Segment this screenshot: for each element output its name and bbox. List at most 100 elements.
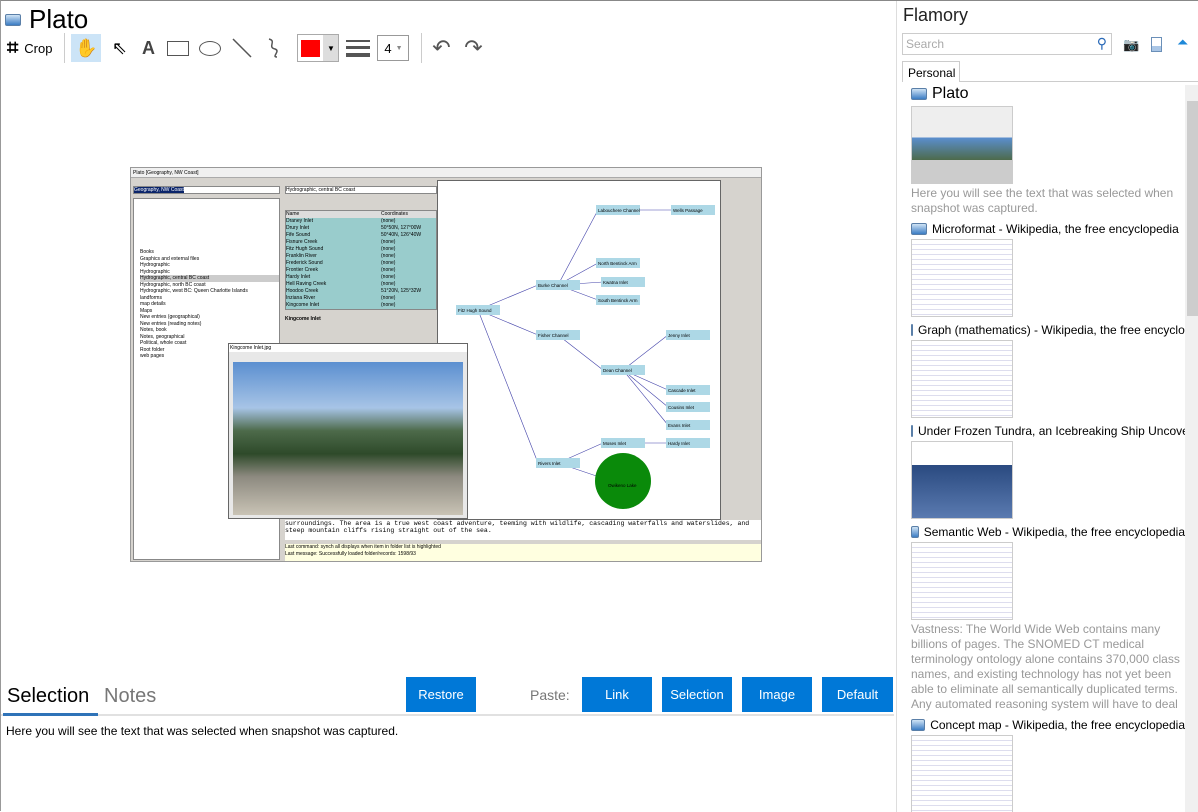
main-pane: Plato ⌗ Crop ✋ ⇖ A ▼ 4 ▼ ↶ ↷ Plato [Geogra… [1,1,896,812]
app-icon [911,223,927,235]
app-icon [911,719,926,731]
item-description: Here you will see the text that was sele… [911,186,1174,215]
snap-table-row: Fitz Hugh Sound (none) [286,246,396,252]
snap-table-row: Hell Raving Creek (none) [286,281,396,287]
item-thumbnail [911,106,1013,184]
graph-edge [477,309,539,464]
snap-table-row: Kingcome Inlet (none) [286,302,396,308]
graph-node-label: Burke Channel [538,283,568,288]
snapshot-list-item[interactable]: Under Frozen Tundra, an Icebreaking Ship… [897,424,1185,519]
ellipse-tool-button[interactable] [197,34,223,62]
snapshot-list-item[interactable]: Plato Here you will see the text that wa… [897,85,1185,216]
item-title: Graph (mathematics) - Wikipedia, the fre… [918,323,1185,337]
paste-default-button[interactable]: Default [822,677,893,712]
rectangle-tool-button[interactable] [165,34,191,62]
color-swatch [301,39,321,57]
snap-table-row: Frederick Sound (none) [286,260,396,266]
crop-button[interactable]: ⌗ Crop [7,34,52,62]
line-tool-button[interactable] [229,34,255,62]
snap-table-row: Inziana River (none) [286,295,396,301]
snap-window-title: Plato [Geography, NW Coast] [131,168,761,178]
color-picker[interactable]: ▼ [297,34,340,62]
text-icon: A [141,37,155,58]
item-title: Plato [932,85,969,102]
snapshot-image[interactable]: Plato [Geography, NW Coast] Geography, N… [130,167,762,562]
collapse-top-icon[interactable]: ⏶ [1177,34,1188,51]
paste-selection-button[interactable]: Selection [662,677,732,712]
search-input[interactable]: Search ⚲ [902,33,1112,55]
snap-image-viewer: Kingcome Inlet.jpg [228,343,468,519]
snap-landscape-photo [233,362,463,515]
graph-node-label: Dean Channel [603,368,632,373]
pointer-tool-button[interactable]: ⇖ [107,34,131,62]
undo-icon: ↶ [432,35,451,60]
snapshot-list-item[interactable]: Microformat - Wikipedia, the free encycl… [897,222,1185,317]
snap-record-title: Kingcome Inlet [285,316,321,322]
chevron-down-icon: ▼ [323,35,339,61]
item-title: Semantic Web - Wikipedia, the free encyc… [923,525,1185,539]
snapshot-title: Plato [5,4,88,35]
sidebar-title: Flamory [903,5,969,25]
graph-node-label: Cousins Inlet [668,405,695,410]
app-icon [5,13,21,26]
snap-table-row: Frontier Creek (none) [286,267,396,273]
text-tool-button[interactable]: A [137,34,159,62]
snap-table: Name Coordinates Draney Inlet (none) Drury … [285,210,437,310]
snapshot-list-item[interactable]: Concept map - Wikipedia, the free encycl… [897,718,1185,812]
snap-graph-window: Fitz Hugh Sound Burke Channel Fisher Chann… [437,180,721,520]
snap-status: Last command: synch all displays when it… [285,544,761,561]
line-width-value: 4 [384,40,392,56]
freehand-icon [269,38,279,58]
app-icon [911,526,919,538]
line-width-select[interactable]: 4 ▼ [377,35,410,61]
toolbar: ⌗ Crop ✋ ⇖ A ▼ 4 ▼ ↶ ↷ [7,33,492,63]
item-thumbnail [911,735,1013,812]
snap-table-row: Hardy Inlet (none) [286,274,396,280]
snap-body-text: surroundings. The area is a true west co… [285,520,761,540]
graph-node-label: Jenny Inlet [668,333,691,338]
restore-button[interactable]: Restore [406,677,476,712]
snap-table-row: Drury Inlet 50°50N, 127°00W [286,225,422,231]
graph-node-label: North Bentinck Arm [598,261,637,266]
title-text: Plato [29,4,89,34]
snapshot-list-item[interactable]: Semantic Web - Wikipedia, the free encyc… [897,525,1185,712]
undo-button[interactable]: ↶ [428,34,454,62]
snap-right-combo: Hydrographic, central BC coast [285,186,437,194]
graph-node-label: Wells Passage [673,208,703,213]
app-icon [911,425,913,437]
graph-edge [622,334,669,371]
redo-button[interactable]: ↷ [460,34,486,62]
crop-icon: ⌗ [7,36,19,59]
graph-node-label: Cascade Inlet [668,388,696,393]
camera-icon[interactable]: 📷 [1123,37,1139,53]
paste-image-button[interactable]: Image [742,677,812,712]
hand-icon: ✋ [75,37,98,58]
hand-tool-button[interactable]: ✋ [71,34,102,62]
tab-notes[interactable]: Notes [104,685,156,708]
search-placeholder: Search [906,37,945,51]
tab-personal[interactable]: Personal [902,61,960,82]
graph-node-label: Labouchere Channel [598,208,640,213]
rectangle-icon [167,40,190,56]
graph-node-label: Evans Inlet [668,423,691,428]
selection-text[interactable]: Here you will see the text that was sele… [6,724,398,738]
crop-label: Crop [24,40,53,56]
snapshot-list-item[interactable]: Graph (mathematics) - Wikipedia, the fre… [897,323,1185,418]
snapshot-list: Plato Here you will see the text that wa… [897,85,1185,812]
line-width-icon [345,34,371,62]
item-thumbnail [911,239,1013,317]
document-icon[interactable] [1151,37,1162,52]
chevron-down-icon: ▼ [395,44,403,52]
ellipse-icon [199,40,222,56]
redo-icon: ↷ [464,35,483,60]
freehand-tool-button[interactable] [261,34,287,62]
paste-link-button[interactable]: Link [582,677,652,712]
item-thumbnail [911,340,1013,418]
item-title: Microformat - Wikipedia, the free encycl… [932,222,1179,236]
snap-table-row: Franklin River (none) [286,253,396,259]
graph-node [595,453,651,509]
tab-selection[interactable]: Selection [7,685,89,708]
scrollbar-thumb[interactable] [1187,101,1198,316]
search-icon[interactable]: ⚲ [1097,35,1107,52]
pointer-icon: ⇖ [111,37,127,58]
